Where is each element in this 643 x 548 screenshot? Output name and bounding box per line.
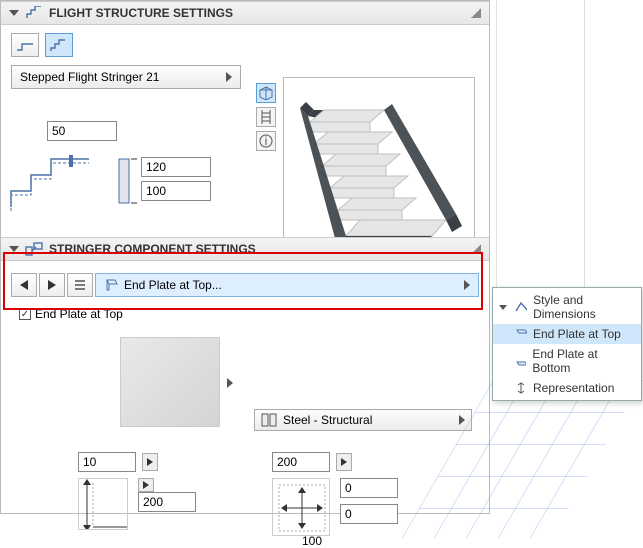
stair-header-icon xyxy=(25,6,43,20)
endplate-preview[interactable] xyxy=(120,337,220,427)
representation-icon xyxy=(515,382,527,394)
endplate-top-label: End Plate at Top xyxy=(35,307,123,321)
ladder-icon xyxy=(260,110,272,124)
dim-right-bottom-label: 100 xyxy=(302,534,322,548)
chevron-right-icon xyxy=(459,415,465,425)
popup-item-label: End Plate at Top xyxy=(533,327,621,341)
component-list-button[interactable] xyxy=(67,273,93,297)
corner-glyph xyxy=(471,244,481,254)
component-header-icon xyxy=(25,242,43,256)
popup-item-label: End Plate at Bottom xyxy=(532,347,633,375)
corner-glyph xyxy=(471,8,481,18)
popup-item-endplate-top[interactable]: End Plate at Top xyxy=(493,324,641,344)
flight-section-header[interactable]: FLIGHT STRUCTURE SETTINGS xyxy=(1,1,489,25)
dim-left-h-stepper[interactable] xyxy=(138,478,154,492)
divider xyxy=(584,0,585,287)
dim-right-diagram xyxy=(272,478,330,536)
end-plate-top-icon xyxy=(515,328,527,340)
list-icon xyxy=(73,278,87,292)
view-elevation-button[interactable] xyxy=(256,107,276,127)
height1-input[interactable] xyxy=(141,157,211,177)
popup-group-style[interactable]: Style and Dimensions xyxy=(493,290,641,324)
stringer-section-title: STRINGER COMPONENT SETTINGS xyxy=(49,242,256,256)
end-plate-icon xyxy=(104,278,118,292)
dim-right-v-input[interactable] xyxy=(272,452,330,472)
cube-icon xyxy=(259,86,273,100)
next-component-button[interactable] xyxy=(39,273,65,297)
stringer-section-header[interactable]: STRINGER COMPONENT SETTINGS xyxy=(1,237,489,261)
material-dropdown[interactable]: Steel - Structural xyxy=(254,409,472,431)
stringer-type-dropdown[interactable]: Stepped Flight Stringer 21 xyxy=(11,65,241,89)
chevron-down-icon xyxy=(9,246,19,252)
triangle-right-icon xyxy=(147,458,153,466)
preview-3d xyxy=(283,77,475,261)
end-plate-bottom-icon xyxy=(515,355,526,367)
triangle-right-icon xyxy=(341,458,347,466)
height2-input[interactable] xyxy=(141,181,211,201)
stringer-mode-a-button[interactable] xyxy=(11,33,39,57)
chevron-down-icon xyxy=(499,305,507,310)
material-icon xyxy=(261,413,277,427)
triangle-right-icon xyxy=(48,280,56,290)
chevron-down-icon xyxy=(9,10,19,16)
stringer-mode-b-button[interactable] xyxy=(45,33,73,57)
profile-flat-icon xyxy=(16,38,34,52)
dim-right-o1-input[interactable] xyxy=(340,478,398,498)
svg-text:i: i xyxy=(265,134,268,148)
chevron-right-icon xyxy=(226,72,232,82)
divider xyxy=(496,0,497,287)
component-selector[interactable]: End Plate at Top... xyxy=(95,273,479,297)
dim-left-diagram xyxy=(78,478,128,530)
stringer-type-value: Stepped Flight Stringer 21 xyxy=(20,70,159,84)
chevron-right-icon xyxy=(464,280,470,290)
component-popup-menu: Style and Dimensions End Plate at Top En… xyxy=(492,287,642,401)
info-icon: i xyxy=(259,134,273,148)
dim-left-v-stepper[interactable] xyxy=(142,453,158,471)
height-marker-icon xyxy=(115,157,137,205)
component-selector-value: End Plate at Top... xyxy=(124,278,222,292)
dim-right-o2-input[interactable] xyxy=(340,504,398,524)
info-button[interactable]: i xyxy=(256,131,276,151)
popup-group-label: Style and Dimensions xyxy=(533,293,633,321)
popup-item-endplate-bottom[interactable]: End Plate at Bottom xyxy=(493,344,641,378)
triangle-right-icon xyxy=(143,481,149,489)
popup-item-representation[interactable]: Representation xyxy=(493,378,641,398)
flight-section-title: FLIGHT STRUCTURE SETTINGS xyxy=(49,6,233,20)
popup-item-label: Representation xyxy=(533,381,614,395)
view-3d-button[interactable] xyxy=(256,83,276,103)
triangle-left-icon xyxy=(20,280,28,290)
style-group-icon xyxy=(515,301,527,313)
profile-diagram xyxy=(7,147,95,213)
dim-left-v-input[interactable] xyxy=(78,452,136,472)
offset-input[interactable] xyxy=(47,121,117,141)
dim-left-h-input[interactable] xyxy=(138,492,196,512)
material-value: Steel - Structural xyxy=(283,413,372,427)
endplate-top-checkbox[interactable]: ✓ xyxy=(19,308,31,320)
dim-right-v-stepper[interactable] xyxy=(336,453,352,471)
profile-stepped-icon xyxy=(50,38,68,52)
prev-component-button[interactable] xyxy=(11,273,37,297)
